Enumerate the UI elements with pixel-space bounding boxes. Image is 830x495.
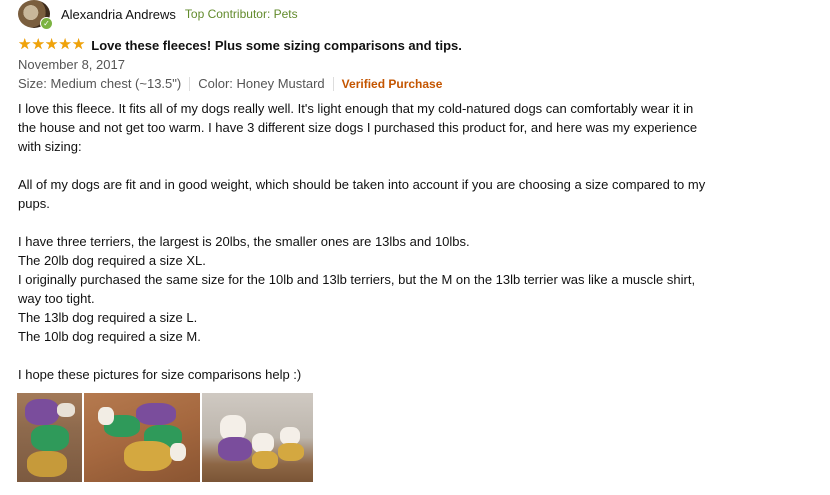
review-paragraph: I hope these pictures for size compariso… [18, 367, 302, 382]
contributor-badge[interactable]: Top Contributor: Pets [185, 7, 298, 21]
review-body: I love this fleece. It fits all of my do… [18, 99, 708, 384]
review-header: ★ ★ ★ ★ ★ Love these fleeces! Plus some … [18, 37, 462, 53]
review-paragraph: The 20lb dog required a size XL. [18, 253, 206, 268]
divider [332, 76, 334, 91]
review-title[interactable]: Love these fleeces! Plus some sizing com… [91, 38, 462, 53]
verified-purchase-badge: Verified Purchase [341, 76, 443, 91]
review-photo-thumbnail[interactable] [202, 393, 313, 482]
review-paragraph: The 13lb dog required a size L. [18, 310, 198, 325]
review-meta: Size: Medium chest (~13.5") Color: Honey… [18, 76, 442, 91]
divider [189, 76, 191, 91]
review-date: November 8, 2017 [18, 57, 125, 72]
reviewer-profile[interactable]: ✓ Alexandria Andrews Top Contributor: Pe… [18, 0, 298, 30]
review-paragraph: I have three terriers, the largest is 20… [18, 234, 470, 249]
review-photo-thumbnail[interactable] [84, 393, 200, 482]
review-paragraph: I love this fleece. It fits all of my do… [18, 101, 698, 154]
star-icon: ★ [18, 36, 32, 53]
reviewer-name[interactable]: Alexandria Andrews [61, 7, 176, 22]
review-paragraph: The 10lb dog required a size M. [18, 329, 201, 344]
star-rating[interactable]: ★ ★ ★ ★ ★ [18, 37, 85, 53]
review-photo-thumbnail[interactable] [17, 393, 82, 482]
check-badge-icon: ✓ [40, 17, 53, 30]
star-icon: ★ [44, 36, 59, 53]
star-icon: ★ [58, 36, 72, 53]
review-photos [17, 393, 315, 482]
size-variant[interactable]: Size: Medium chest (~13.5") [18, 76, 181, 91]
star-icon: ★ [71, 36, 86, 53]
star-icon: ★ [31, 36, 45, 53]
color-variant[interactable]: Color: Honey Mustard [198, 76, 324, 91]
review-paragraph: All of my dogs are fit and in good weigh… [18, 177, 706, 211]
review-paragraph: I originally purchased the same size for… [18, 272, 696, 306]
avatar[interactable]: ✓ [18, 0, 53, 30]
